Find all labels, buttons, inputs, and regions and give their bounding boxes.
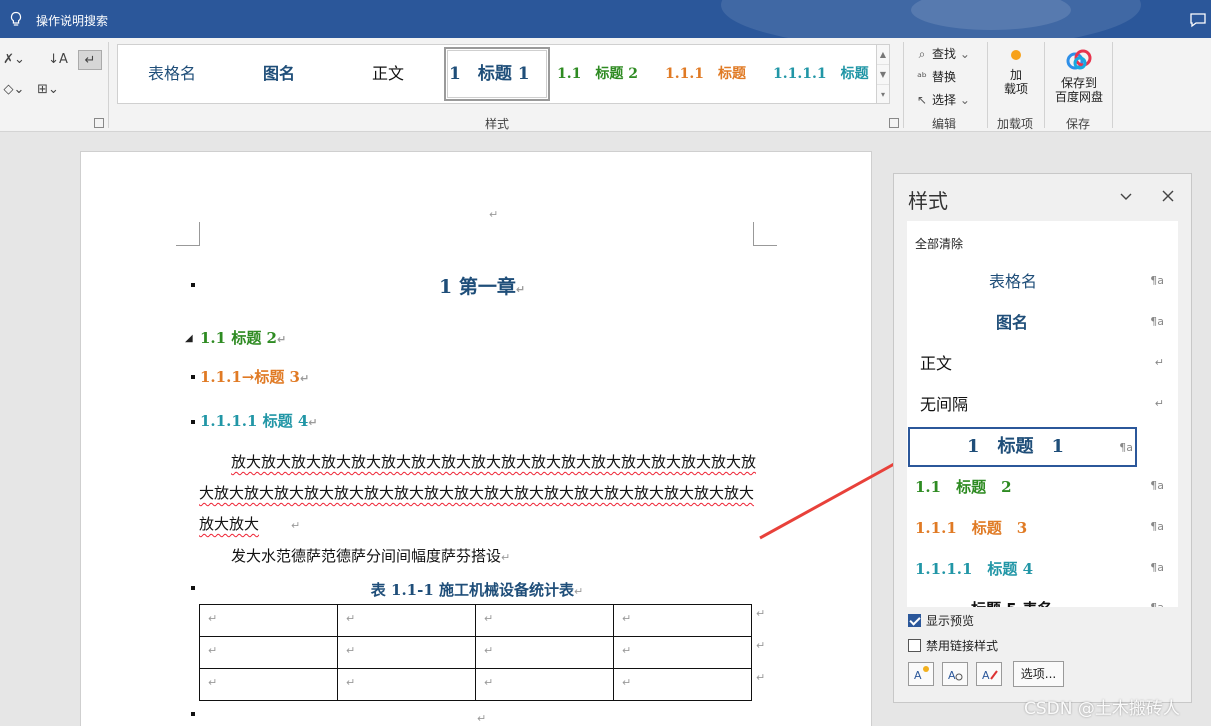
styles-list: 全部清除 表格名 ¶a 图名 ¶a 正文 ↵ 无间隔 ↵ 1 标题 1 ¶a 1…	[907, 221, 1178, 607]
new-style-button[interactable]: A	[908, 662, 934, 686]
style-item-heading1[interactable]: 1 标题 1 ¶a	[908, 427, 1137, 467]
style-item-heading3[interactable]: 1.1.1 标题 3 ¶a	[907, 508, 1178, 548]
style-item-heading4[interactable]: 1.1.1.1 标题 4 ¶a	[907, 549, 1178, 589]
style-item-figure-name[interactable]: 图名 ¶a	[907, 303, 1178, 343]
chevron-down-icon[interactable]	[1118, 188, 1134, 204]
svg-text:A: A	[914, 669, 922, 682]
clear-all[interactable]: 全部清除	[915, 235, 963, 252]
disable-linked-label: 禁用链接样式	[926, 639, 999, 653]
style-inspector-button[interactable]: A	[942, 662, 968, 686]
style-inspector-icon: A	[948, 669, 963, 682]
disable-linked-checkbox[interactable]	[908, 639, 921, 652]
style-item-no-spacing[interactable]: 无间隔 ↵	[907, 385, 1178, 425]
show-preview-checkbox[interactable]	[908, 614, 921, 627]
style-item-normal[interactable]: 正文 ↵	[907, 344, 1178, 384]
manage-styles-button[interactable]: A	[976, 662, 1002, 686]
svg-text:A: A	[948, 669, 956, 682]
svg-text:A: A	[982, 669, 990, 682]
manage-styles-icon: A	[982, 669, 998, 682]
show-preview-label: 显示预览	[926, 614, 975, 628]
style-item-heading2[interactable]: 1.1 标题 2 ¶a	[907, 467, 1178, 507]
style-item-heading5[interactable]: 标题 5,表名 ¶a	[907, 589, 1178, 607]
style-item-table-name[interactable]: 表格名 ¶a	[907, 262, 1178, 302]
pane-title: 样式	[908, 189, 948, 213]
options-button[interactable]: 选项...	[1013, 661, 1064, 687]
new-style-icon: A	[914, 666, 929, 682]
watermark: CSDN @土木搬砖人	[1024, 699, 1180, 719]
styles-pane: 样式 全部清除 表格名 ¶a 图名 ¶a 正文 ↵ 无间隔 ↵ 1 标题 1 ¶…	[893, 173, 1192, 703]
close-icon[interactable]	[1160, 188, 1176, 204]
